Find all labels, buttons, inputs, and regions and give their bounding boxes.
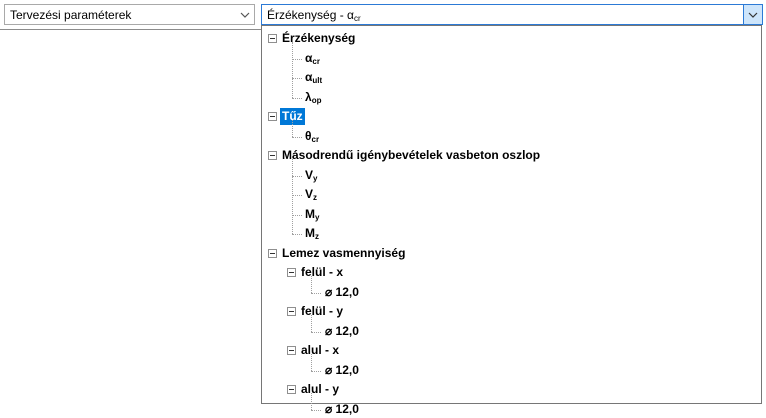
collapse-minus-icon[interactable]: [287, 268, 296, 277]
tree-connector: [311, 354, 312, 371]
tree-item[interactable]: Mz: [303, 225, 321, 242]
tree-leaf-symbol: ⌀ 12,0: [325, 362, 359, 377]
collapse-minus-icon[interactable]: [268, 248, 277, 258]
result-tree: Érzékenység αcr αult λop Tűz θcr Másodrendű ig…: [262, 26, 761, 416]
tree-subgroup-0[interactable]: felül - x: [299, 264, 345, 281]
tree-connector: [292, 58, 302, 60]
tree-group-3[interactable]: Lemez vasmennyiség: [280, 245, 407, 262]
tree-leaf-symbol: M: [305, 226, 315, 240]
tree-leaf-symbol: M: [305, 206, 315, 221]
tree-leaf-symbol: ⌀ 12,0: [325, 401, 359, 416]
collapse-minus-icon[interactable]: [268, 112, 277, 121]
tree-connector: [292, 214, 302, 216]
tree-item[interactable]: θcr: [303, 128, 321, 145]
collapse-minus-icon[interactable]: [268, 151, 277, 160]
tree-connector: [311, 393, 312, 410]
tree-item[interactable]: Vy: [303, 167, 319, 184]
tree-item[interactable]: ⌀ 12,0: [323, 401, 361, 418]
tree-connector: [292, 97, 302, 99]
tree-node-label: felül - x: [301, 265, 344, 279]
collapse-minus-icon[interactable]: [287, 307, 296, 316]
collapse-minus-icon[interactable]: [287, 346, 296, 355]
tree-leaf-symbol: V: [305, 187, 314, 201]
tree-leaf-symbol: V: [305, 167, 314, 182]
parameter-category-select[interactable]: Tervezési paraméterek: [4, 4, 255, 25]
result-type-dropdown: Érzékenység αcr αult λop Tűz θcr Másodrendű ig…: [261, 25, 762, 416]
tree-leaf-subscript: z: [313, 193, 318, 202]
tree-group-2[interactable]: Másodrendű igénybevételek vasbeton oszlo…: [280, 147, 542, 164]
tree-item[interactable]: ⌀ 12,0: [323, 362, 361, 379]
tree-item[interactable]: ⌀ 12,0: [323, 323, 361, 340]
collapse-minus-icon[interactable]: [287, 385, 296, 394]
tree-node-label: Lemez vasmennyiség: [282, 245, 406, 260]
result-type-value: Érzékenység - αcr: [267, 8, 361, 23]
tree-item[interactable]: λop: [303, 89, 323, 106]
toolbar-separator: [0, 29, 261, 30]
tree-connector: [292, 195, 302, 196]
tree-node-label: Másodrendű igénybevételek vasbeton oszlo…: [282, 148, 541, 162]
tree-leaf-subscript: op: [311, 95, 322, 105]
tree-leaf-subscript: y: [313, 173, 318, 183]
tree-connector: [311, 331, 321, 333]
tree-leaf-subscript: ult: [312, 76, 323, 85]
tree-item[interactable]: Vz: [303, 186, 319, 203]
tree-connector: [292, 120, 293, 137]
tree-connector: [311, 315, 312, 332]
tree-subgroup-1[interactable]: felül - y: [299, 303, 345, 320]
tree-item[interactable]: My: [303, 206, 321, 223]
tree-node-label: felül - y: [301, 304, 344, 318]
tree-subgroup-2[interactable]: alul - x: [299, 342, 341, 359]
tree-node-label: Érzékenység: [282, 31, 356, 45]
tree-connector: [292, 136, 302, 138]
tree-connector: [292, 175, 302, 177]
tree-item[interactable]: αult: [303, 69, 324, 86]
tree-leaf-subscript: cr: [312, 56, 320, 66]
tree-leaf-symbol: ⌀ 12,0: [325, 284, 359, 299]
tree-leaf-subscript: cr: [311, 134, 320, 144]
chevron-down-icon[interactable]: [236, 5, 254, 24]
tree-item[interactable]: ⌀ 12,0: [323, 284, 361, 301]
tree-connector: [311, 292, 321, 294]
tree-leaf-subscript: y: [315, 212, 320, 222]
collapse-minus-icon[interactable]: [268, 34, 277, 43]
tree-leaf-symbol: ⌀ 12,0: [325, 323, 359, 338]
result-type-select[interactable]: Érzékenység - αcr: [261, 4, 763, 25]
tree-node-label: alul - x: [301, 343, 340, 357]
tree-leaf-subscript: z: [315, 232, 319, 241]
chevron-down-icon[interactable]: [743, 5, 762, 24]
tree-connector: [292, 234, 302, 235]
tree-connector: [311, 409, 321, 411]
tree-subgroup-3[interactable]: alul - y: [299, 381, 341, 398]
tree-node-label: alul - y: [301, 382, 340, 396]
tree-leaf-symbol: λ: [305, 89, 312, 104]
parameter-category-value: Tervezési paraméterek: [10, 8, 132, 22]
tree-connector: [311, 370, 321, 372]
tree-connector: [292, 78, 302, 79]
tree-connector: [292, 42, 293, 98]
tree-item[interactable]: αcr: [303, 50, 322, 67]
tree-connector: [292, 159, 293, 234]
tree-connector: [311, 276, 312, 293]
